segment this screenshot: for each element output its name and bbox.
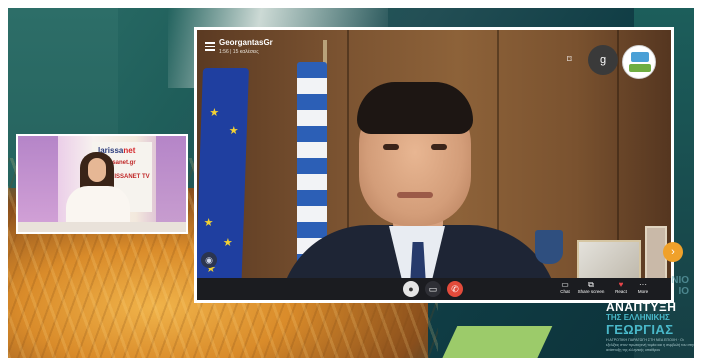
flag-star-icon: ★: [209, 107, 220, 119]
flag-star-icon: ★: [203, 217, 214, 229]
brand-faint-text: ΙΟ: [678, 286, 689, 297]
presenter-face: [88, 158, 106, 182]
video-call-window: ★ ★ ★ ★ ★ GeorgantasGr 1:56 | 15 καλέσει…: [194, 27, 674, 303]
broadcast-background: larissanet larissanet.gr LARISSANET TV ★…: [8, 8, 694, 358]
flag-star-icon: ★: [228, 125, 239, 137]
camera-button[interactable]: ▭: [425, 281, 441, 297]
studio-video-inset: larissanet larissanet.gr LARISSANET TV: [16, 134, 188, 234]
studio-floor: [18, 222, 186, 232]
event-logo-badge: [622, 45, 656, 79]
chevron-right-icon[interactable]: ›: [663, 242, 683, 262]
end-call-button[interactable]: ✆: [447, 281, 463, 297]
call-subtitle: 1:56 | 15 καλέσεις: [219, 49, 259, 55]
participant-avatar[interactable]: g: [588, 45, 618, 75]
call-toolbar: ● ▭ ✆ ▭ Chat ⧉ Share screen ♥ React ··· …: [197, 278, 671, 300]
call-header: GeorgantasGr 1:56 | 15 καλέσεις ⌑ g: [197, 30, 671, 79]
speaker-eye: [383, 144, 399, 150]
logo-shape-blue: [631, 52, 649, 62]
mic-button[interactable]: ●: [403, 281, 419, 297]
shelf-crest: [535, 230, 563, 264]
layout-icon[interactable]: ⌑: [567, 54, 579, 64]
brand-title-line1: ΑΝΑΠΤΥΞΗ: [606, 300, 677, 314]
hamburger-menu-icon[interactable]: [205, 42, 215, 51]
flag-star-icon: ★: [222, 237, 233, 249]
brand-faint-text: ΝΙΟ: [671, 275, 689, 286]
brand-small-text: Η ΑΓΡΟΤΙΚΗ ΠΑΡΑΓΩΓΗ ΣΤΗ ΝΕΑ ΕΠΟΧΗ · Οι ε…: [606, 338, 694, 352]
brand-title-line3: ΓΕΩΡΓΙΑΣ: [606, 322, 674, 337]
background-green-wedge: [438, 326, 553, 358]
brand-title-line2: ΤΗΣ ΕΛΛΗΝΙΚΗΣ: [606, 313, 670, 322]
logo-shape-green: [629, 64, 651, 72]
call-title: GeorgantasGr: [219, 38, 273, 47]
speaker-mouth: [397, 192, 433, 198]
speaker-hair: [357, 82, 473, 134]
self-view-badge-icon[interactable]: ◉: [201, 252, 217, 268]
studio-right-screen: [156, 136, 186, 232]
studio-left-screen: [18, 136, 58, 232]
speaker-eye: [431, 144, 447, 150]
